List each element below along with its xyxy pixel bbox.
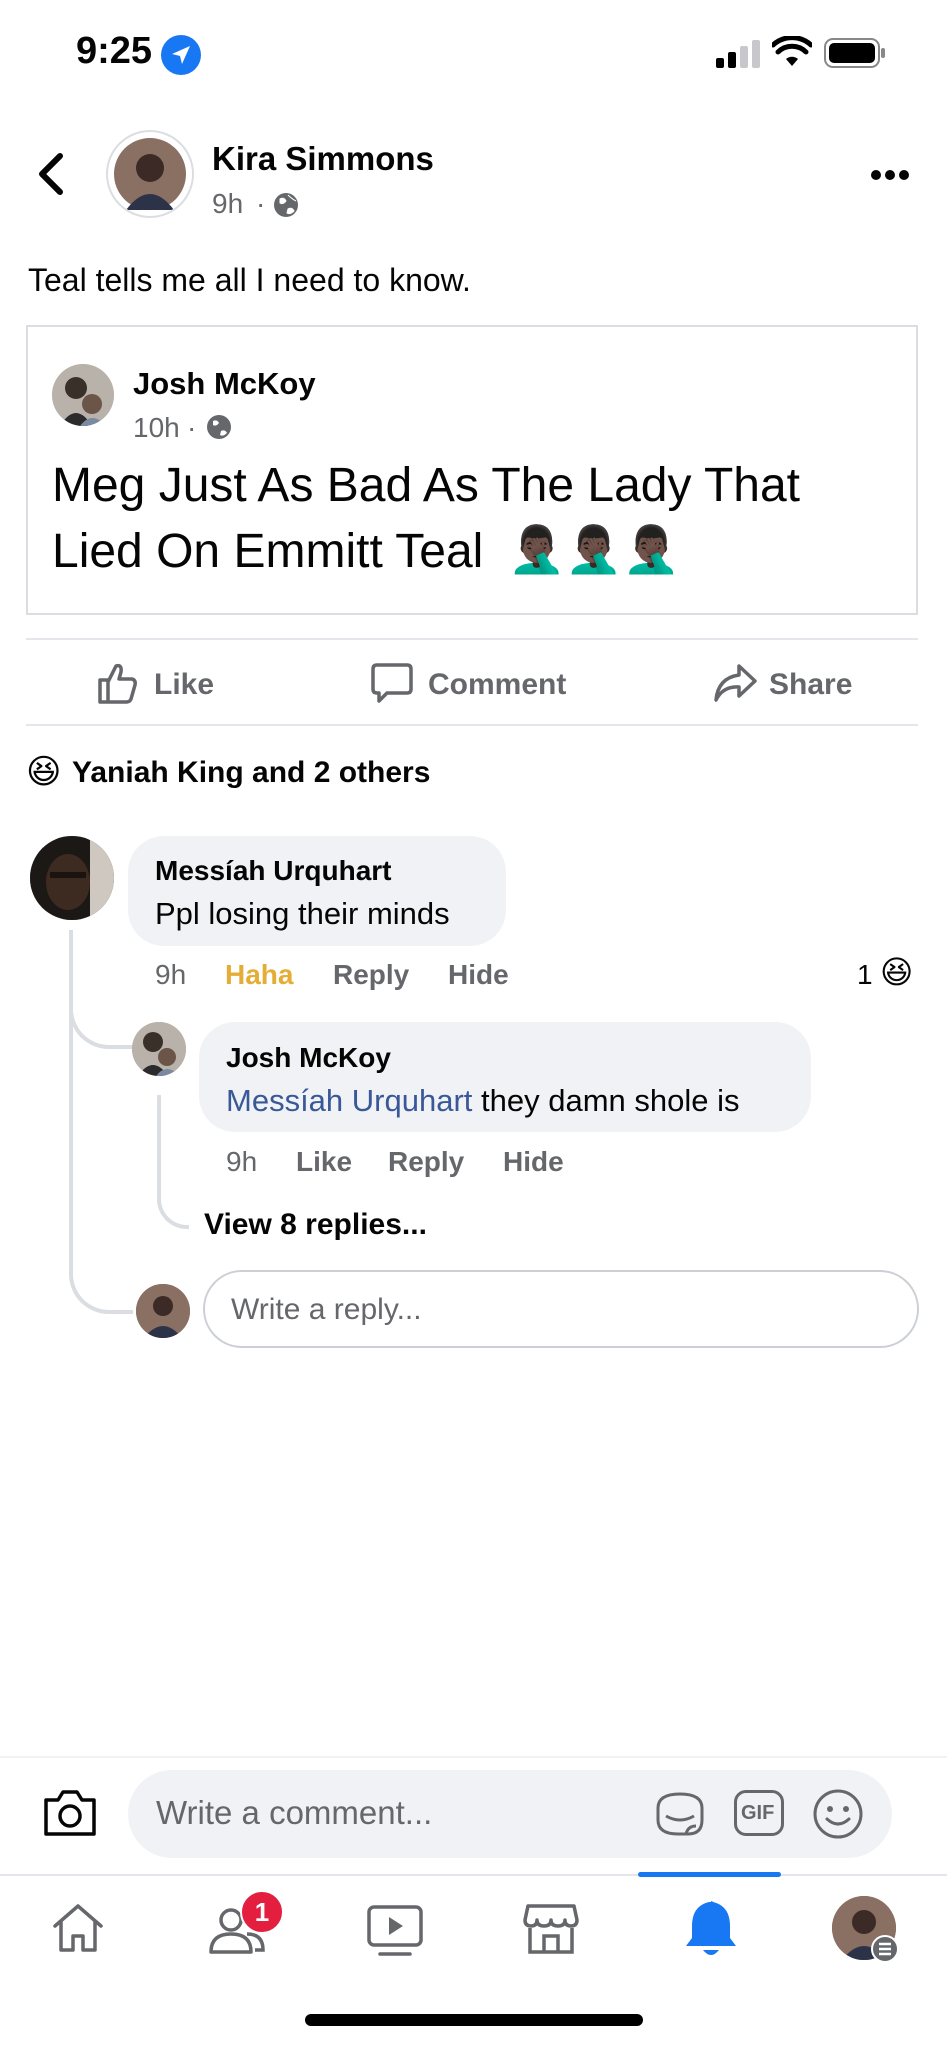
home-icon[interactable]: [50, 1900, 106, 1956]
comment-input-placeholder: Write a comment...: [156, 1794, 433, 1831]
notifications-bell-icon[interactable]: [682, 1898, 740, 1960]
active-tab-indicator: [638, 1872, 781, 1877]
share-arrow-icon: [713, 662, 757, 704]
gif-label: GIF: [741, 1802, 775, 1824]
comment-reaction-emoji[interactable]: 😆: [880, 953, 913, 991]
post-text: Teal tells me all I need to know.: [28, 262, 471, 298]
reply-hide-button[interactable]: Hide: [503, 1146, 564, 1178]
like-button[interactable]: Like: [96, 660, 246, 710]
reply-time: 9h: [226, 1146, 258, 1177]
globe-icon: [205, 413, 233, 441]
shared-post-text-line1: Meg Just As Bad As The Lady That: [52, 459, 801, 512]
reply-like-button[interactable]: Like: [296, 1146, 352, 1178]
post-author-name[interactable]: Kira Simmons: [212, 140, 434, 178]
divider-bottom: [26, 724, 918, 726]
reply-mention-link[interactable]: Messíah Urquhart: [226, 1083, 472, 1118]
post-time-separator: ·: [256, 188, 266, 219]
more-options-icon[interactable]: [870, 168, 910, 182]
current-user-avatar: [136, 1284, 190, 1338]
thread-line-reply: [157, 1095, 189, 1229]
reactions-summary-text: Yaniah King and 2 others: [72, 756, 431, 789]
sticker-icon[interactable]: [652, 1786, 708, 1842]
comment-reaction-count[interactable]: 1: [857, 959, 873, 991]
comment-hide-button[interactable]: Hide: [448, 959, 509, 991]
reply-text-line: Messíah Urquhart they damn shole is: [226, 1083, 739, 1119]
shared-post-time[interactable]: 10h: [133, 412, 180, 444]
marketplace-icon[interactable]: [522, 1900, 580, 1958]
home-indicator: [305, 2014, 643, 2026]
back-chevron-icon[interactable]: [36, 152, 66, 196]
emoji-smile-icon[interactable]: [812, 1788, 864, 1840]
comment-bubble-icon: [371, 662, 413, 704]
wifi-icon: [772, 36, 812, 68]
shared-post-time-separator: ·: [187, 412, 197, 443]
share-label: Share: [769, 668, 853, 701]
author-avatar[interactable]: [106, 130, 194, 218]
share-button[interactable]: Share: [713, 660, 893, 710]
reply-input-placeholder: Write a reply...: [231, 1293, 422, 1326]
status-time: 9:25: [76, 30, 153, 72]
reply-author-name[interactable]: Josh McKoy: [226, 1042, 391, 1074]
view-more-replies-link[interactable]: View 8 replies...: [204, 1208, 427, 1242]
comment-text: Ppl losing their minds: [155, 896, 450, 931]
watch-video-icon[interactable]: [366, 1902, 424, 1958]
thread-line-comment: [69, 930, 133, 1049]
globe-icon: [272, 191, 300, 219]
reply-input[interactable]: Write a reply...: [203, 1270, 919, 1348]
shared-author-avatar[interactable]: [52, 364, 114, 426]
comment-reply-button[interactable]: Reply: [333, 959, 409, 991]
camera-icon[interactable]: [42, 1788, 98, 1838]
composer-top-border: [0, 1756, 947, 1758]
comment-label: Comment: [428, 668, 567, 701]
bottom-nav-border: [0, 1874, 947, 1876]
haha-reaction-emoji: 😆: [26, 753, 62, 791]
location-arrow-icon: [160, 34, 202, 76]
friends-notification-badge: 1: [240, 1890, 284, 1934]
post-time[interactable]: 9h: [212, 188, 243, 220]
cellular-signal-icon: [716, 40, 760, 68]
comment-haha-button[interactable]: Haha: [225, 959, 293, 991]
like-label: Like: [154, 668, 215, 701]
shared-post-text-line2: Lied On Emmitt Teal: [52, 525, 484, 578]
comment-time: 9h: [155, 959, 187, 990]
reply-text: they damn shole is: [472, 1083, 740, 1118]
comment-author-name[interactable]: Messíah Urquhart: [155, 855, 392, 887]
menu-hamburger-icon: [870, 1934, 900, 1964]
facepalm-emoji: 🤦🏿‍♂️🤦🏿‍♂️🤦🏿‍♂️: [508, 523, 680, 575]
commenter-avatar[interactable]: [30, 836, 114, 920]
status-bar: 9:25: [0, 0, 947, 100]
gif-button[interactable]: GIF: [734, 1790, 784, 1836]
reply-reply-button[interactable]: Reply: [388, 1146, 464, 1178]
comment-button[interactable]: Comment: [371, 660, 591, 710]
comment-input[interactable]: Write a comment... GIF: [128, 1770, 892, 1858]
reply-author-avatar[interactable]: [132, 1022, 186, 1076]
divider-top: [26, 638, 918, 640]
shared-author-name[interactable]: Josh McKoy: [133, 366, 316, 402]
battery-icon: [824, 38, 886, 68]
reactions-summary[interactable]: 😆 Yaniah King and 2 others: [26, 752, 526, 796]
thumbs-up-icon: [96, 660, 138, 706]
